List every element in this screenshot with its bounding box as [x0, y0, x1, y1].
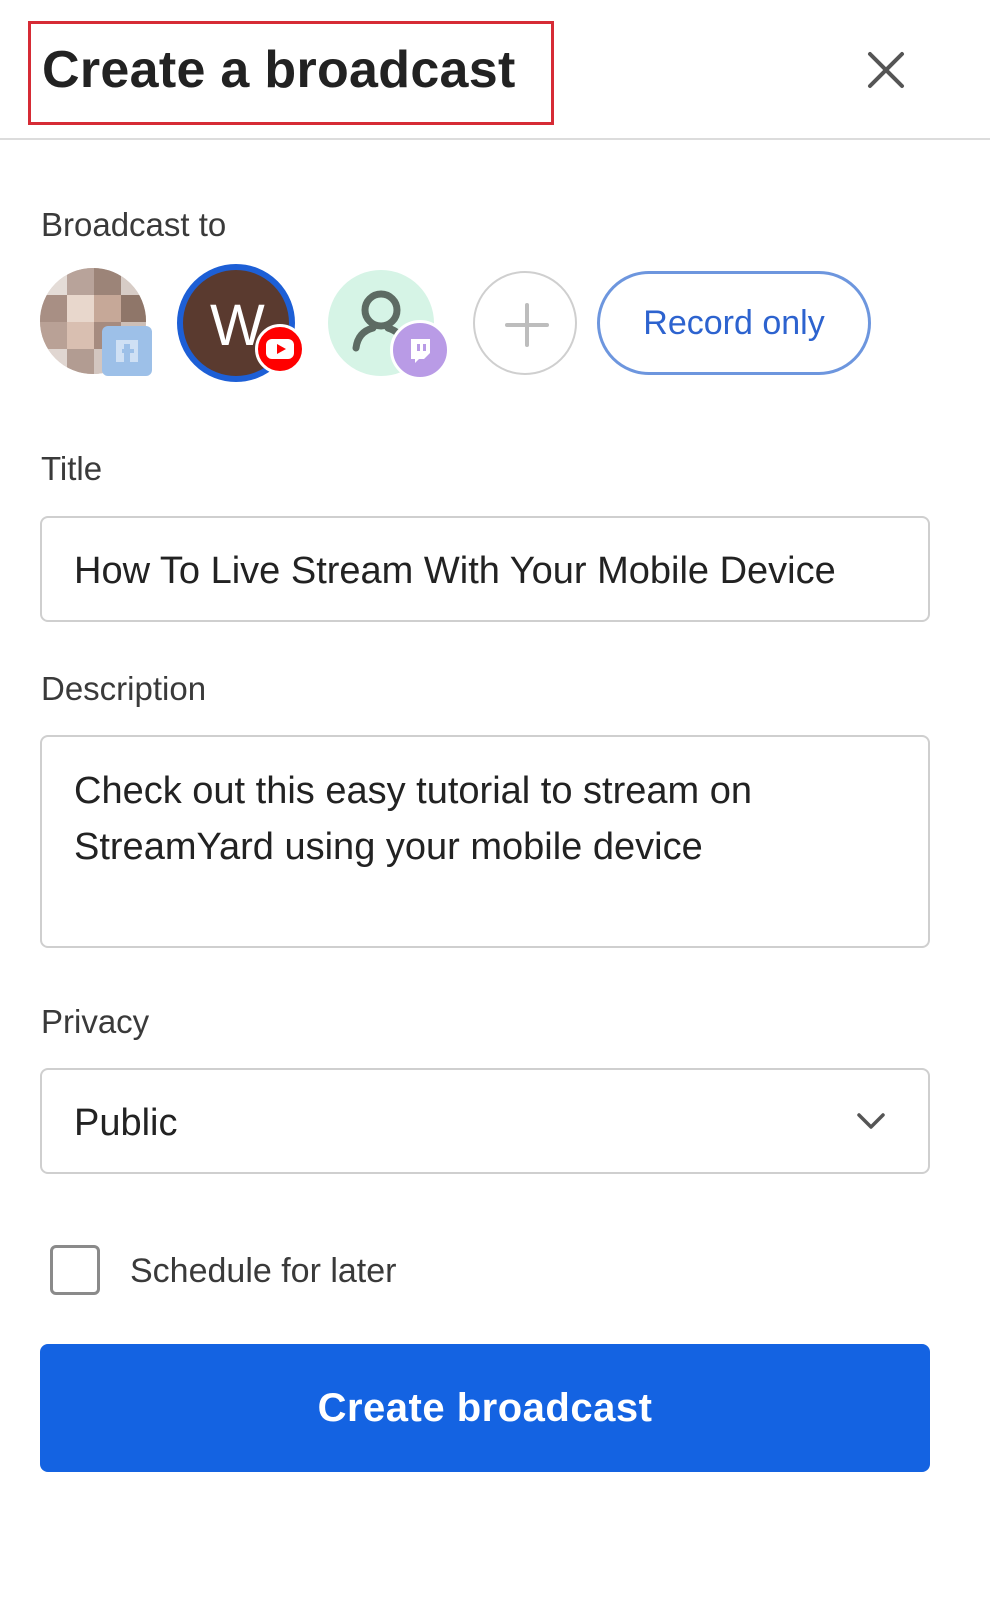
dialog-header: Create a broadcast — [0, 0, 990, 140]
title-label: Title — [41, 450, 103, 487]
privacy-label: Privacy — [41, 1003, 150, 1040]
plus-icon — [505, 303, 549, 347]
destination-youtube[interactable]: W — [177, 264, 305, 382]
close-icon[interactable] — [866, 50, 906, 90]
schedule-checkbox[interactable] — [50, 1245, 100, 1295]
twitch-icon — [390, 320, 450, 380]
schedule-label[interactable]: Schedule for later — [130, 1252, 397, 1291]
privacy-selected-value: Public — [74, 1102, 178, 1144]
privacy-select[interactable]: Public — [40, 1068, 930, 1174]
description-value: Check out this easy tutorial to stream o… — [74, 770, 752, 868]
dialog-title: Create a broadcast — [42, 41, 516, 99]
description-label: Description — [41, 670, 207, 707]
destination-facebook[interactable] — [40, 268, 158, 386]
add-destination-button[interactable] — [473, 271, 577, 375]
youtube-icon — [255, 324, 305, 374]
record-only-button[interactable]: Record only — [597, 271, 871, 375]
title-input-value: How To Live Stream With Your Mobile Devi… — [74, 550, 836, 592]
description-textarea[interactable]: Check out this easy tutorial to stream o… — [40, 735, 930, 948]
title-input[interactable]: How To Live Stream With Your Mobile Devi… — [40, 516, 930, 622]
destination-twitch[interactable] — [328, 270, 450, 388]
create-broadcast-button[interactable]: Create broadcast — [40, 1344, 930, 1472]
facebook-icon — [102, 326, 152, 376]
broadcast-to-label: Broadcast to — [41, 206, 227, 243]
chevron-down-icon — [857, 1113, 885, 1129]
